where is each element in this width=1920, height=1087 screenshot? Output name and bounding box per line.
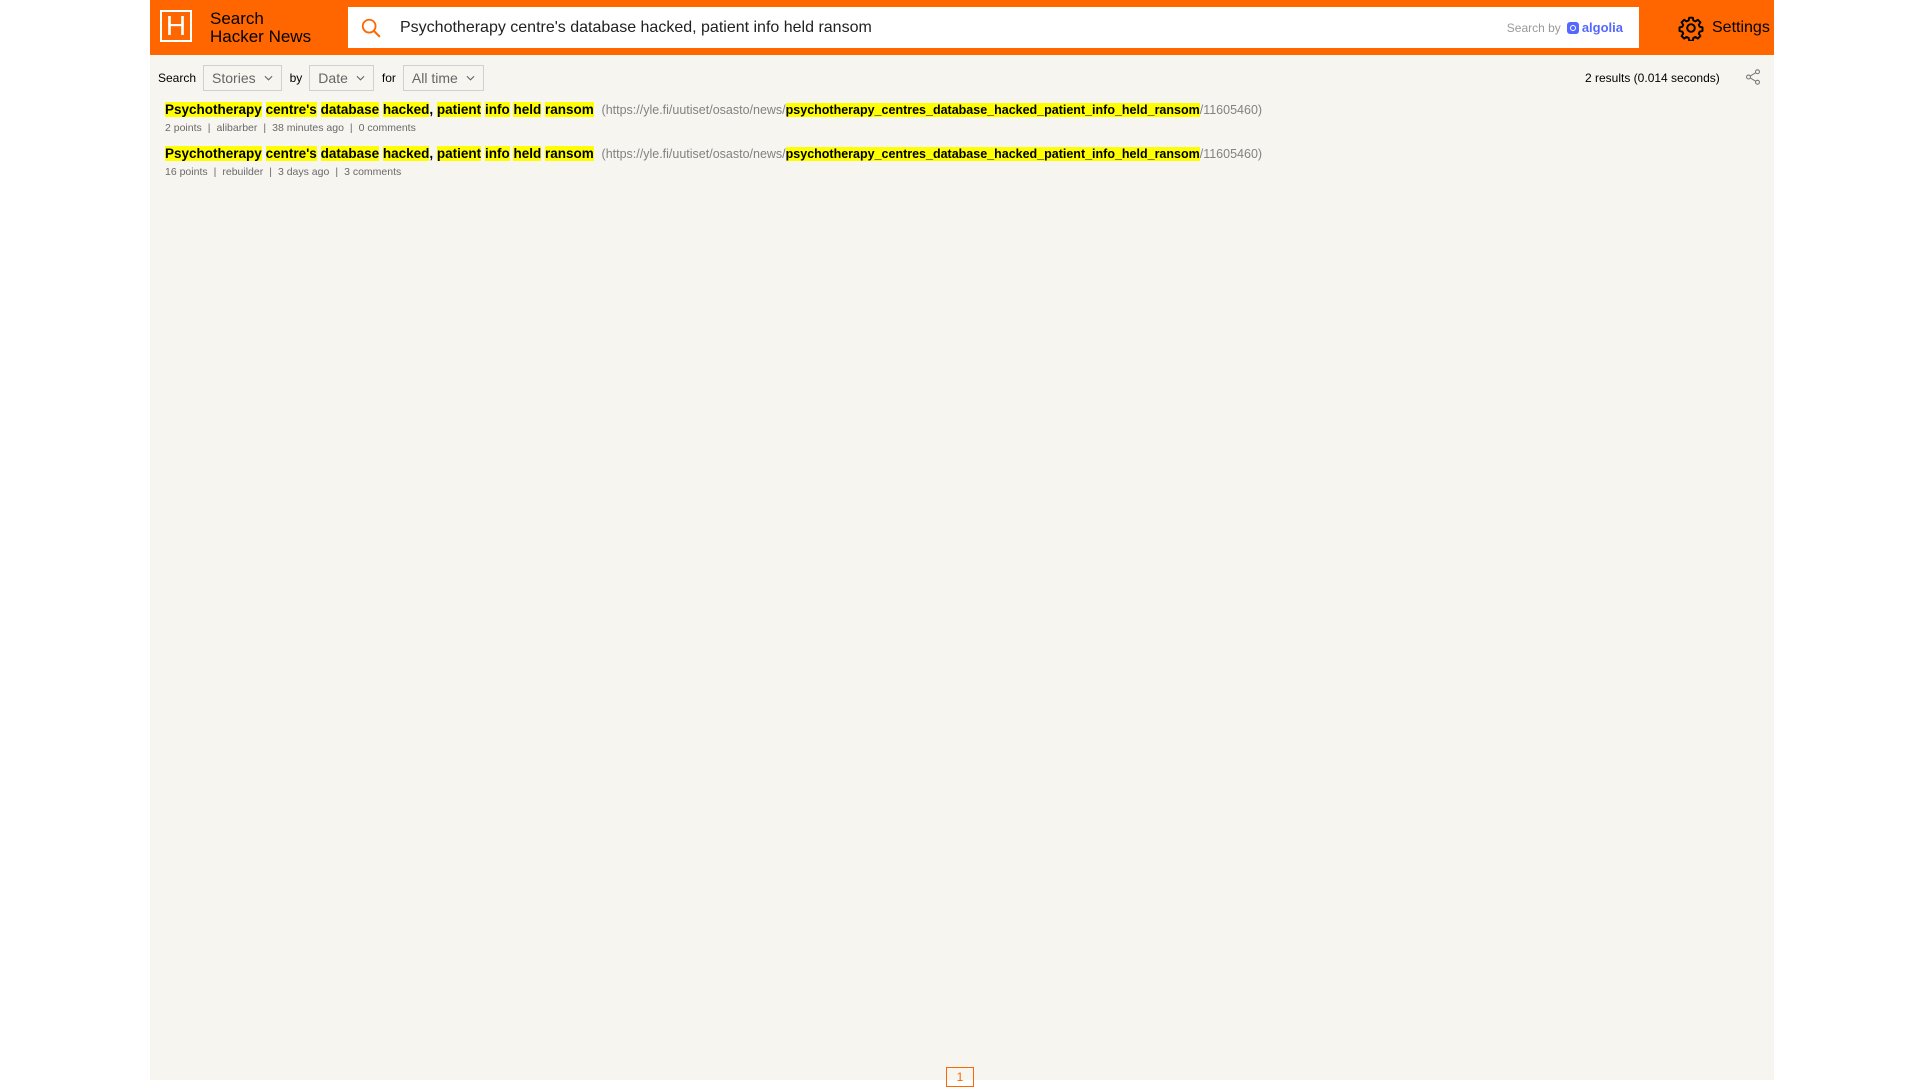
search-type-label: Search — [158, 71, 197, 85]
story-comments[interactable]: 3 comments — [344, 166, 401, 178]
story-points[interactable]: 16 points — [165, 166, 208, 178]
search-icon — [361, 18, 381, 38]
search-input[interactable] — [400, 7, 1400, 48]
story-comments[interactable]: 0 comments — [359, 122, 416, 134]
type-select[interactable]: Stories — [203, 65, 282, 91]
filter-bar: Search Stories by Date for All time — [158, 65, 492, 91]
range-select-value: All time — [411, 70, 458, 86]
chevron-down-icon — [466, 75, 475, 81]
story-points[interactable]: 2 points — [165, 122, 202, 134]
results-list: Psychotherapy centre's database hacked, … — [165, 100, 1755, 188]
story-url-link[interactable]: (https://yle.fi/uutiset/osasto/news/psyc… — [602, 103, 1262, 117]
gear-icon — [1678, 16, 1704, 41]
search-by-algolia[interactable]: Search by algolia — [1507, 20, 1623, 35]
type-select-value: Stories — [212, 70, 256, 86]
settings-label: Settings — [1712, 19, 1770, 36]
chevron-down-icon — [356, 75, 365, 81]
result-stats: 2 results (0.014 seconds) — [1585, 71, 1720, 85]
share-icon[interactable] — [1744, 68, 1762, 86]
story-meta: 16 points | rebuilder | 3 days ago | 3 comment… — [165, 166, 402, 178]
story-title-row: Psychotherapy centre's database hacked, … — [165, 144, 1755, 164]
story-item: Psychotherapy centre's database hacked, … — [165, 100, 1755, 134]
story-title-link[interactable]: Psychotherapy centre's database hacked, … — [165, 146, 594, 161]
story-meta: 2 points | alibarber | 38 minutes ago | 0 comm… — [165, 122, 416, 134]
sort-label: by — [289, 71, 303, 85]
algolia-label: algolia — [1581, 20, 1623, 35]
chevron-down-icon — [264, 75, 273, 81]
story-title-link[interactable]: Psychotherapy centre's database hacked, … — [165, 102, 594, 117]
sort-select[interactable]: Date — [309, 65, 374, 91]
story-item: Psychotherapy centre's database hacked, … — [165, 144, 1755, 178]
pagination-page-1[interactable]: 1 — [946, 1067, 974, 1087]
story-title-row: Psychotherapy centre's database hacked, … — [165, 100, 1755, 120]
algolia-icon — [1566, 21, 1579, 34]
story-time[interactable]: 3 days ago — [278, 166, 329, 178]
search-by-label: Search by — [1506, 20, 1561, 35]
story-author[interactable]: rebuilder — [222, 166, 263, 178]
sort-select-value: Date — [318, 70, 348, 86]
header-bar: H Search Hacker News Search by algolia — [150, 0, 1774, 55]
range-label: for — [381, 71, 396, 85]
algolia-logo: algolia — [1566, 20, 1623, 35]
brand-title[interactable]: Search Hacker News — [210, 10, 311, 46]
page: H Search Hacker News Search by algolia — [150, 0, 1774, 1087]
range-select[interactable]: All time — [402, 65, 484, 91]
search-box: Search by algolia — [348, 7, 1639, 48]
settings-button[interactable]: Settings — [1678, 15, 1770, 41]
story-time[interactable]: 38 minutes ago — [272, 122, 344, 134]
brand-line-2: Hacker News — [210, 27, 312, 46]
hn-logo[interactable]: H — [160, 10, 192, 42]
brand-line-1: Search — [210, 9, 264, 28]
story-url-link[interactable]: (https://yle.fi/uutiset/osasto/news/psyc… — [602, 147, 1262, 161]
story-author[interactable]: alibarber — [217, 122, 258, 134]
